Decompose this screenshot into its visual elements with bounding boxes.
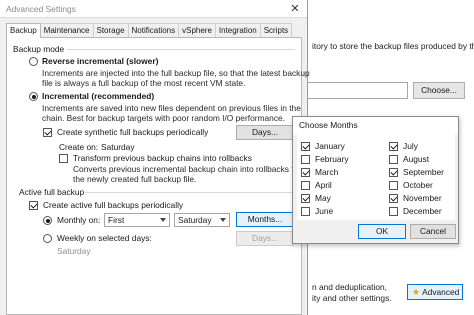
advanced-description-line1: n and deduplication, [312,282,387,292]
synthetic-days-button[interactable]: Days... [236,125,294,140]
repository-path-input[interactable] [300,82,408,99]
monthly-day-value: Saturday [178,215,212,225]
months-list: January February March April May June Ju… [297,135,455,220]
advanced-button-label: Advanced [422,287,460,297]
month-october-checkbox[interactable] [389,181,398,190]
transform-desc-line1: Converts previous incremental backup cha… [73,164,302,174]
advanced-description-line2: ity and other settings. [312,293,392,303]
advanced-button[interactable]: ★ Advanced [407,284,463,300]
chevron-down-icon [220,218,226,222]
tab-maintenance[interactable]: Maintenance [39,23,94,37]
month-march-checkbox[interactable] [301,168,310,177]
month-july-label: July [403,141,418,151]
weekly-value: Saturday [57,246,91,256]
month-november-checkbox[interactable] [389,194,398,203]
month-november-label: November [403,193,442,203]
backup-tab-panel: Backup mode Reverse incremental (slower)… [6,37,310,315]
create-on-value: Saturday [101,142,135,152]
incremental-radio[interactable] [29,92,38,101]
active-full-checkbox[interactable] [29,201,38,210]
month-january-label: January [315,141,345,151]
transform-desc-line2: the newly created full backup file. [73,174,197,184]
synthetic-full-checkbox[interactable] [43,128,52,137]
tab-backup[interactable]: Backup [6,23,41,38]
month-october-label: October [403,180,433,190]
tab-integration[interactable]: Integration [214,23,261,37]
chevron-down-icon [160,218,166,222]
repository-description: itory to store the backup files produced… [312,41,474,51]
synthetic-full-label: Create synthetic full backups periodical… [57,127,209,137]
active-full-checkbox-label: Create active full backups periodically [43,200,184,210]
create-on-label: Create on: [59,142,99,152]
weekly-days-button[interactable]: Days... [236,231,294,246]
reverse-incremental-label: Reverse incremental (slower) [42,56,159,66]
incremental-desc-line1: Increments are saved into new files depe… [42,103,301,113]
choose-button[interactable]: Choose... [413,82,465,99]
backup-mode-label: Backup mode [13,44,65,54]
transform-rollbacks-label: Transform previous backup chains into ro… [73,153,252,163]
month-december-checkbox[interactable] [389,207,398,216]
month-june-checkbox[interactable] [301,207,310,216]
ok-button[interactable]: OK [358,224,406,239]
month-june-label: June [315,206,334,216]
choose-months-title: Choose Months [293,117,458,135]
tab-vsphere[interactable]: vSphere [178,23,216,37]
monthly-label: Monthly on: [57,215,101,225]
reverse-incremental-desc-line1: Increments are injected into the full ba… [42,68,310,78]
month-july-checkbox[interactable] [389,142,398,151]
tab-bar: Backup Maintenance Storage Notifications… [6,23,293,38]
reverse-incremental-radio[interactable] [29,57,38,66]
tab-storage[interactable]: Storage [92,23,129,37]
weekly-radio[interactable] [43,234,52,243]
month-february-label: February [315,154,349,164]
months-button[interactable]: Months... [236,212,294,227]
monthly-day-select[interactable]: Saturday [174,213,230,227]
month-april-label: April [315,180,332,190]
cancel-button[interactable]: Cancel [410,224,456,239]
month-february-checkbox[interactable] [301,155,310,164]
month-december-label: December [403,206,442,216]
month-january-checkbox[interactable] [301,142,310,151]
active-full-label: Active full backup [19,187,85,197]
choose-months-dialog: Choose Months January February March Apr… [292,116,459,244]
transform-rollbacks-checkbox[interactable] [59,154,68,163]
backup-mode-divider [67,49,295,50]
dialog-title: Advanced Settings [6,4,76,14]
month-march-label: March [315,167,339,177]
close-icon[interactable]: ✕ [289,2,301,15]
weekly-label: Weekly on selected days: [57,233,152,243]
monthly-week-value: First [108,215,125,225]
advanced-settings-dialog: Advanced Settings ✕ Backup Maintenance S… [0,0,310,315]
monthly-week-select[interactable]: First [104,213,170,227]
month-september-checkbox[interactable] [389,168,398,177]
tab-scripts[interactable]: Scripts [259,23,293,37]
active-full-divider [85,192,295,193]
monthly-radio[interactable] [43,216,52,225]
month-may-checkbox[interactable] [301,194,310,203]
incremental-label: Incremental (recommended) [42,91,155,101]
reverse-incremental-desc-line2: file is always a full backup of the most… [42,78,246,88]
incremental-desc-line2: chain. Best for backup targets with poor… [42,113,285,123]
month-august-checkbox[interactable] [389,155,398,164]
month-september-label: September [403,167,444,177]
month-august-label: August [403,154,430,164]
month-april-checkbox[interactable] [301,181,310,190]
tab-notifications[interactable]: Notifications [127,23,180,37]
month-may-label: May [315,193,331,203]
dialog-titlebar: Advanced Settings ✕ [0,0,307,18]
star-icon: ★ [412,287,421,297]
